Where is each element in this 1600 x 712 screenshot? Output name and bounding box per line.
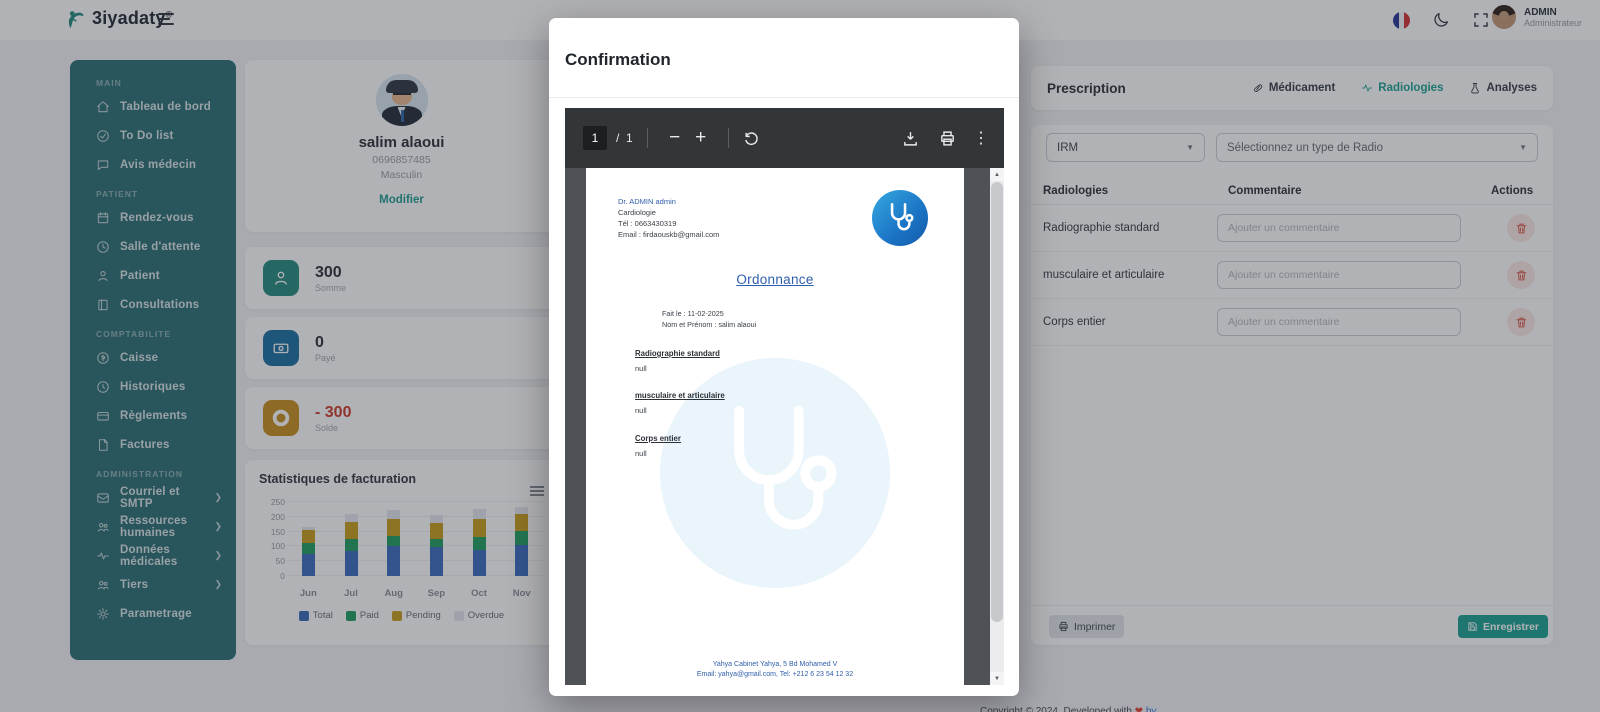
document-item-name: Corps entier <box>635 434 681 443</box>
document-item-value: null <box>635 449 647 458</box>
app-root: 3iyadaty® ADMIN Administrateur MAINTable… <box>0 0 1600 712</box>
download-icon[interactable] <box>902 130 919 147</box>
pdf-toolbar: 1 / 1 − + ⋮ <box>565 108 1004 168</box>
zoom-out-button[interactable]: − <box>662 127 688 149</box>
document-item-name: musculaire et articulaire <box>635 391 725 400</box>
document-item-name: Radiographie standard <box>635 349 720 358</box>
zoom-in-button[interactable]: + <box>688 127 714 149</box>
rotate-icon[interactable] <box>743 130 760 147</box>
document-item-value: null <box>635 406 647 415</box>
scroll-up-icon[interactable]: ▲ <box>990 168 1004 181</box>
pdf-viewer: 1 / 1 − + ⋮ <box>565 108 1004 685</box>
more-options-icon[interactable]: ⋮ <box>976 128 986 148</box>
page-number-input[interactable]: 1 <box>583 126 607 150</box>
document-meta-line: Fait le : 11-02-2025 <box>662 308 756 319</box>
modal-title: Confirmation <box>565 50 671 70</box>
document-meta-line: Nom et Prénom : salim alaoui <box>662 319 756 330</box>
doctor-info-block: Dr. ADMIN adminCardiologieTél : 06634303… <box>618 196 719 240</box>
document-meta: Fait le : 11-02-2025Nom et Prénom : sali… <box>662 308 756 330</box>
doctor-line: Tél : 0663430319 <box>618 218 719 229</box>
doctor-line: Email : firdaouskb@gmail.com <box>618 229 719 240</box>
document-item-value: null <box>635 364 647 373</box>
doctor-line: Cardiologie <box>618 207 719 218</box>
print-icon[interactable] <box>939 130 956 147</box>
scroll-down-icon[interactable]: ▼ <box>990 672 1004 685</box>
document-footer: Yahya Cabinet Yahya, 5 Bd Mohamed V Emai… <box>586 660 964 680</box>
scrollbar-thumb[interactable] <box>991 182 1003 622</box>
page-count: 1 <box>626 131 633 145</box>
pdf-page: Dr. ADMIN adminCardiologieTél : 06634303… <box>586 168 964 685</box>
document-title: Ordonnance <box>586 272 964 287</box>
clinic-logo <box>872 190 928 246</box>
doctor-line: Dr. ADMIN admin <box>618 196 719 207</box>
pdf-scrollbar[interactable]: ▲ ▼ <box>990 168 1004 685</box>
confirmation-modal: Confirmation 1 / 1 − + <box>549 18 1019 696</box>
modal-divider <box>549 97 1019 98</box>
